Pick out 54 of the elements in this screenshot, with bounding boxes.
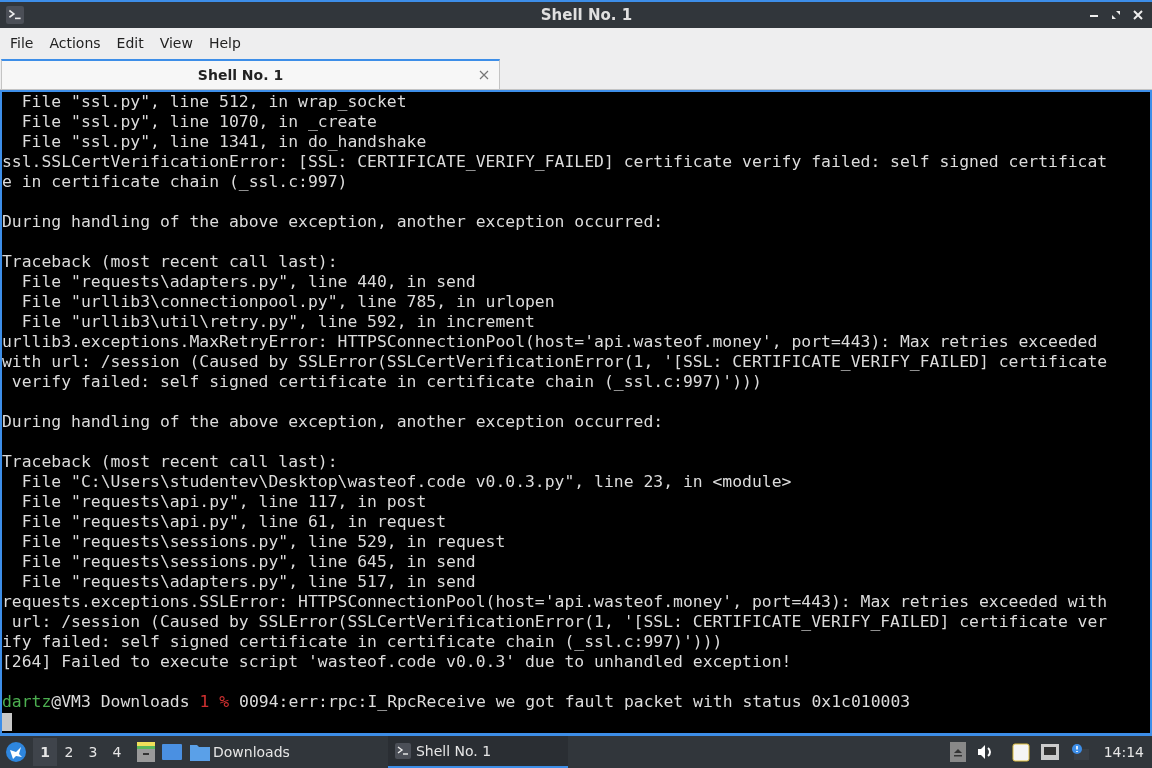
terminal-line: 0094:err:rpc:I_RpcReceive we got fault packet with status 0x1c010003 <box>239 692 911 712</box>
terminal-line: During handling of the above exception, another exception occurred: <box>2 412 665 432</box>
prompt-user: dartz <box>2 692 52 712</box>
terminal-line: with url: /session (Caused by SSLError(SSLCertVerificationError(1, '[SSL: CERTIFICATE_VERIFY_FAILED] certificate <box>2 352 1109 372</box>
terminal-line: ify failed: self signed certificate in certificate chain (_ssl.c:997)'))) <box>2 632 724 652</box>
taskbar-task[interactable]: Downloads <box>189 741 290 763</box>
terminal-line: File "requests\adapters.py", line 440, in send <box>20 272 477 292</box>
taskbar-task[interactable]: Shell No. 1 <box>387 736 568 768</box>
terminal-line: File "requests\api.py", line 61, in request <box>20 512 448 532</box>
notification-icon[interactable] <box>1069 743 1090 761</box>
eject-icon[interactable] <box>949 742 966 762</box>
terminal-icon <box>5 6 25 24</box>
menu-item[interactable]: View <box>152 29 200 57</box>
menu-item[interactable]: Edit <box>109 29 151 57</box>
maximize-icon[interactable] <box>1110 9 1122 21</box>
terminal-line: e in certificate chain (_ssl.c:997) <box>2 172 349 192</box>
folder-icon <box>189 742 211 762</box>
workspace-button[interactable]: 4 <box>105 738 129 766</box>
terminal-line: File "urllib3\connectionpool.py", line 785, in urlopen <box>20 292 556 312</box>
terminal-line: verify failed: self signed certificate in certificate chain (_ssl.c:997)'))) <box>10 372 763 392</box>
volume-icon[interactable] <box>975 744 994 760</box>
terminal-line: File "ssl.py", line 1341, in do_handshake <box>20 132 428 152</box>
menu-item[interactable]: Help <box>201 29 248 57</box>
prompt-status: 1 % <box>199 692 230 712</box>
terminal-line: Traceback (most recent call last): <box>2 452 339 472</box>
terminal-line: ssl.SSLCertVerificationError: [SSL: CERTIFICATE_VERIFY_FAILED] certificate verify failed: self signed certificat <box>2 152 1109 172</box>
workspace-button[interactable]: 3 <box>81 738 105 766</box>
workspace-button[interactable]: 1 <box>33 738 57 766</box>
terminal-area[interactable] <box>0 90 1152 735</box>
prompt-host-path: @VM3 Downloads <box>51 692 190 712</box>
menu-item[interactable]: Actions <box>42 29 108 57</box>
tab[interactable]: Shell No. 1 <box>1 59 500 89</box>
terminal-line: url: /session (Caused by SSLError(SSLCertVerificationError(1, '[SSL: CERTIFICATE_VERIFY_FAILED] certificate ver <box>10 612 1109 632</box>
terminal-line: urllib3.exceptions.MaxRetryError: HTTPSConnectionPool(host='api.wasteof.money', port=443): Max retries exceeded <box>2 332 1099 352</box>
window-title: Shell No. 1 <box>540 4 633 26</box>
text-cursor <box>2 713 12 731</box>
terminal-line: File "requests\adapters.py", line 517, in send <box>20 572 477 592</box>
terminal-line: File "C:\Users\studentev\Desktop\wasteof.code v0.0.3.py", line 23, in <module> <box>20 472 793 492</box>
terminal-line: File "ssl.py", line 512, in wrap_socket <box>20 92 408 112</box>
terminal-line: File "requests\sessions.py", line 529, in request <box>20 532 507 552</box>
terminal-line: During handling of the above exception, another exception occurred: <box>2 212 665 232</box>
start-menu-icon[interactable] <box>5 741 27 763</box>
workspace-button[interactable]: 2 <box>57 738 81 766</box>
terminal-line: Traceback (most recent call last): <box>2 252 339 272</box>
file-cabinet-icon[interactable] <box>135 741 157 763</box>
terminal-line: [264] Failed to execute script 'wasteof.code v0.0.3' due to unhandled exception! <box>2 652 793 672</box>
clock: 14:14 <box>1103 742 1144 762</box>
menu-item[interactable]: File <box>3 29 41 57</box>
terminal-line: File "requests\sessions.py", line 645, in send <box>20 552 477 572</box>
terminal-line: requests.exceptions.SSLError: HTTPSConnectionPool(host='api.wasteof.money', port=443): Max retries exceeded with <box>2 592 1109 612</box>
terminal-line: File "requests\api.py", line 117, in post <box>20 492 428 512</box>
terminal-icon <box>393 743 412 759</box>
terminal-line: File "ssl.py", line 1070, in _create <box>20 112 378 132</box>
terminal-line: File "urllib3\util\retry.py", line 592, in increment <box>20 312 536 332</box>
